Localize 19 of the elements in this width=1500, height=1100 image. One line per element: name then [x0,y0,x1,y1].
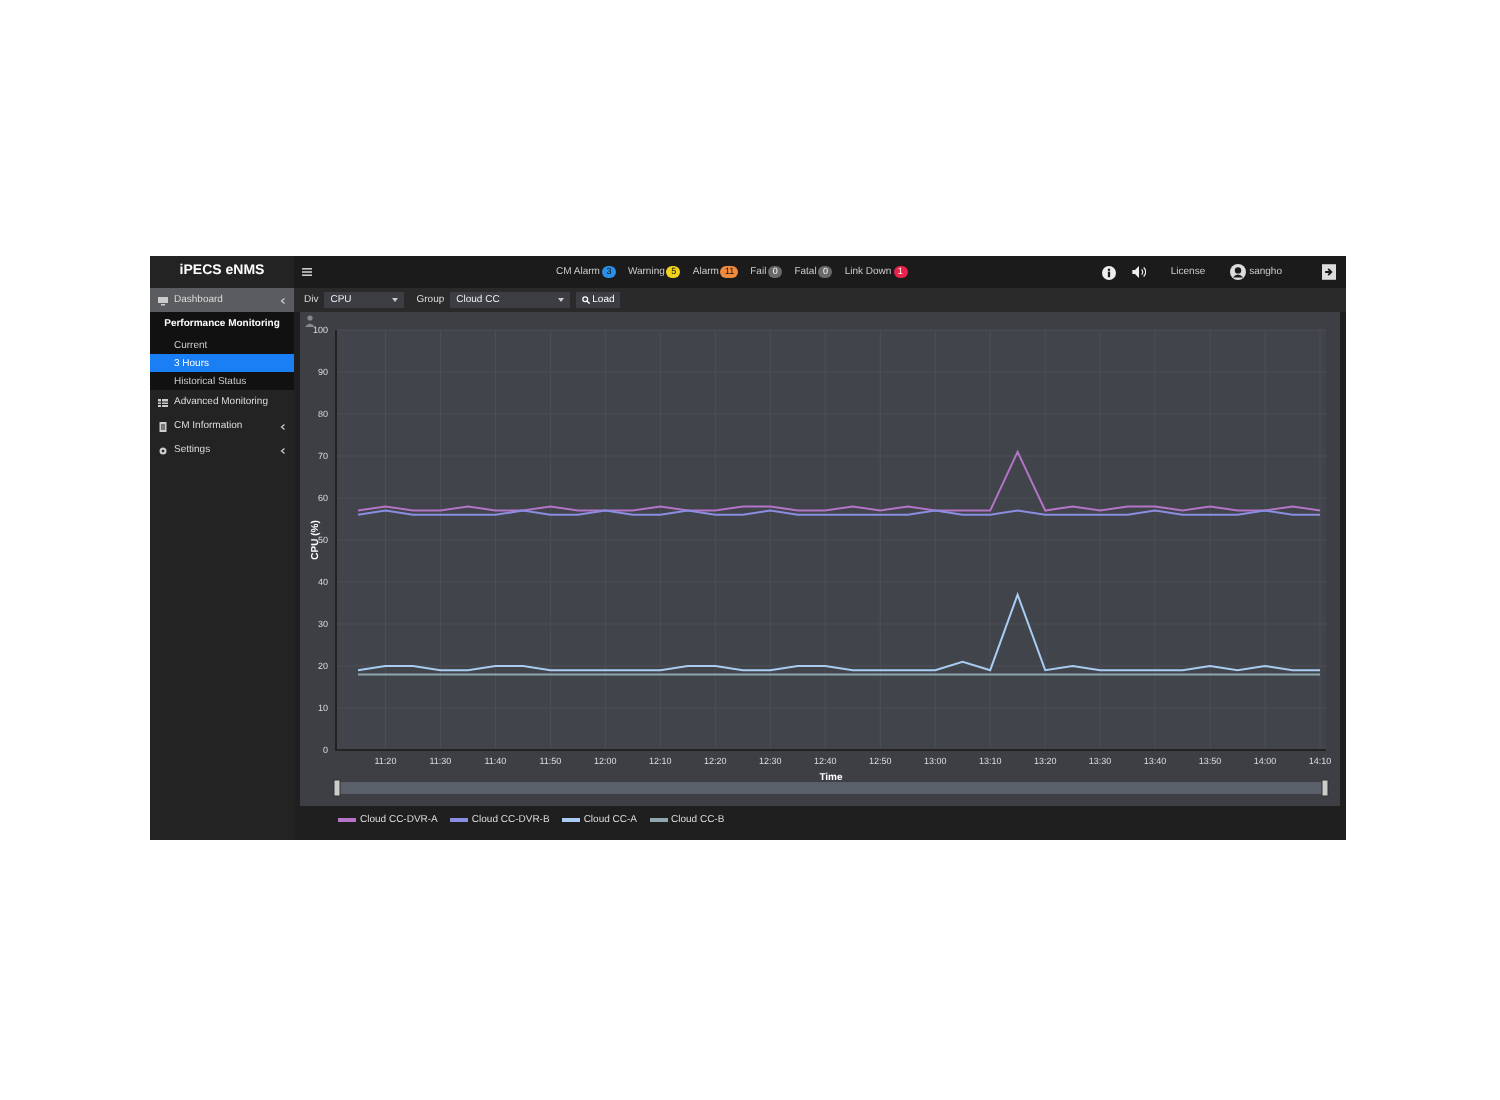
grid-icon [158,397,168,407]
range-scrollbar[interactable] [336,782,1326,794]
speaker-icon[interactable] [1132,266,1147,278]
caret-icon [558,298,565,302]
chart-menu-icon[interactable] [305,315,315,327]
search-icon [582,296,591,304]
range-handle[interactable] [333,779,341,797]
info-icon[interactable] [1102,265,1117,279]
menu-icon[interactable] [302,268,312,276]
chevron-icon [280,297,286,303]
monitor-icon [158,295,168,305]
avatar-icon[interactable] [1229,264,1246,280]
chevron-icon [280,447,286,453]
range-handle[interactable] [1321,779,1329,797]
chevron-icon [280,423,286,429]
logout-icon[interactable] [1322,264,1336,280]
gear-icon [158,445,168,455]
document-icon [158,421,168,431]
caret-icon [392,298,399,302]
